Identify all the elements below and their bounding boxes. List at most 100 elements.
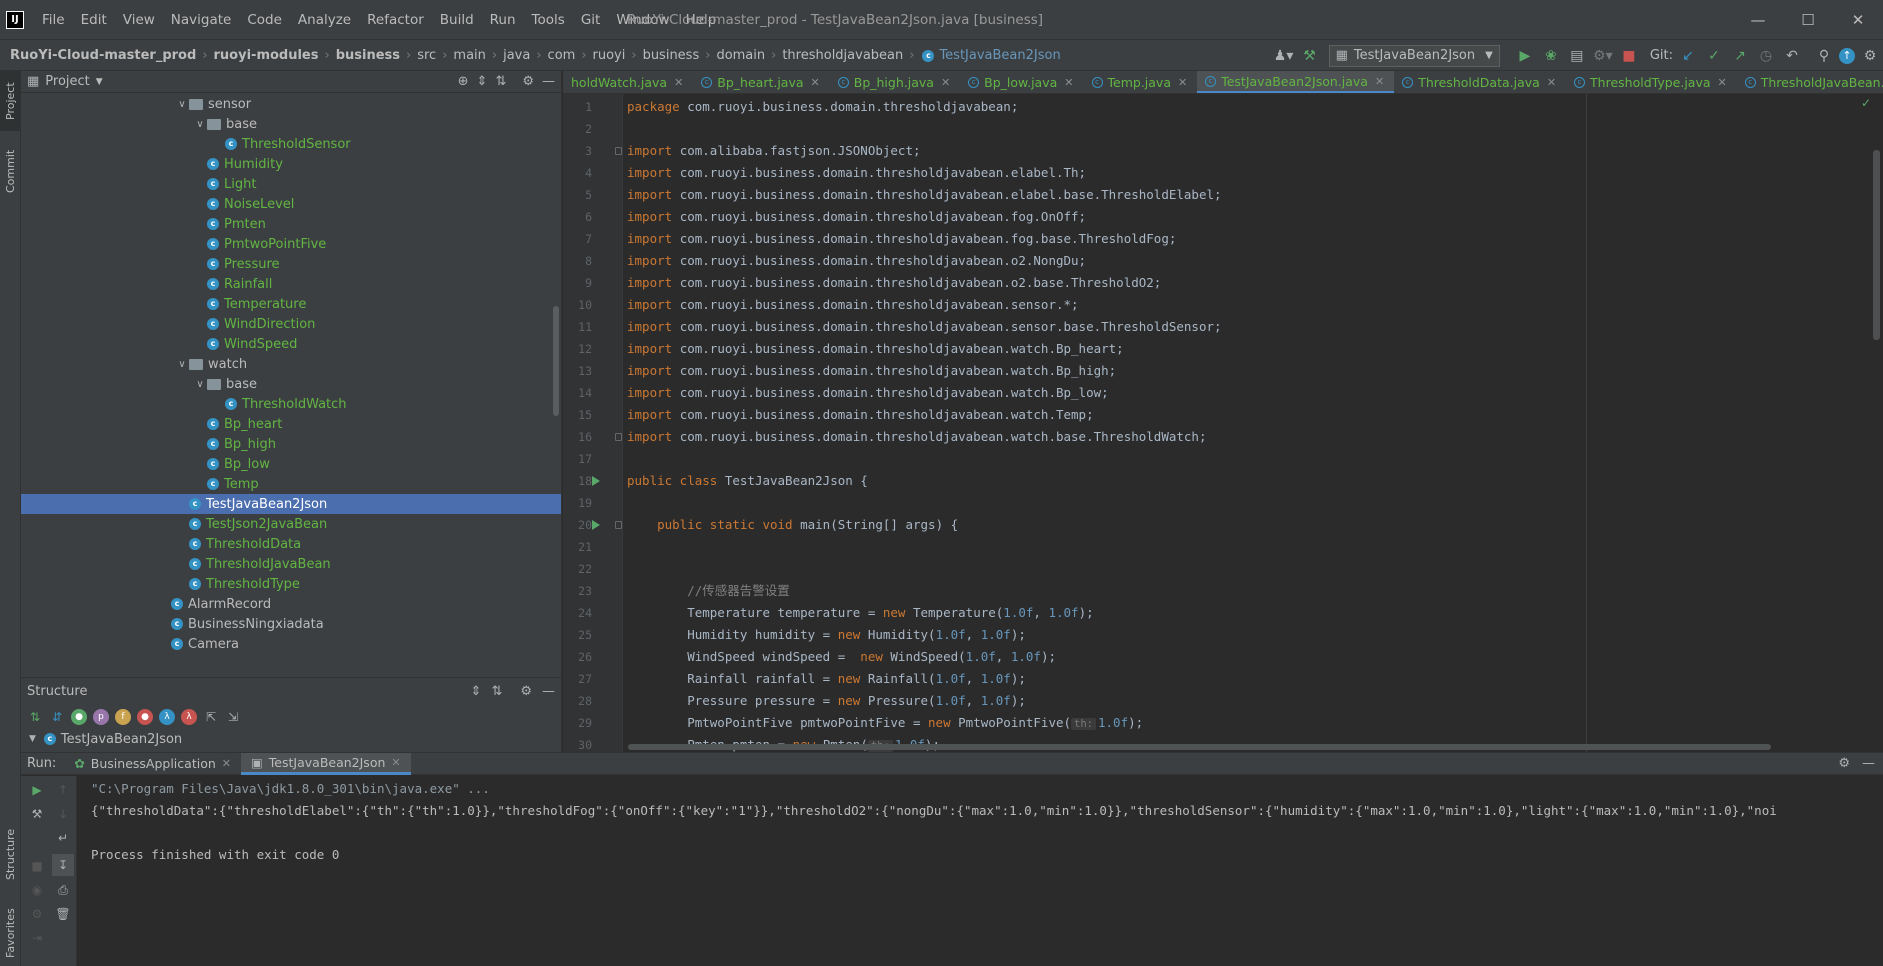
code-line[interactable]: import com.ruoyi.business.domain.thresho… [627,162,1086,184]
tool-window-favorites[interactable]: Favorites [0,901,21,966]
breadcrumb-item[interactable]: business [336,48,400,63]
tree-item[interactable]: c Pressure [21,254,561,274]
tree-item[interactable]: ∨ base [21,114,561,134]
exit-icon[interactable]: ⇥ [29,930,45,946]
settings-icon[interactable]: ⚙ [1859,45,1881,67]
close-icon[interactable]: ✕ [1375,75,1384,88]
editor-tab[interactable]: cThresholdJavaBean.java✕ [1737,71,1883,93]
close-icon[interactable]: ✕ [674,76,683,89]
profile-icon[interactable]: ⚙▾ [1592,45,1614,67]
locate-icon[interactable]: ⊕ [458,74,469,89]
code-line[interactable]: package com.ruoyi.business.domain.thresh… [627,96,1018,118]
close-icon[interactable]: ✕ [1178,76,1187,89]
tree-item[interactable]: c ThresholdType [21,574,561,594]
menu-item-view[interactable]: View [115,0,163,40]
code-line[interactable]: import com.ruoyi.business.domain.thresho… [627,206,1086,228]
project-panel-title[interactable]: Project [45,74,89,89]
tree-item[interactable]: c BusinessNingxiadata [21,614,561,634]
menu-item-tools[interactable]: Tools [524,0,573,40]
show-anonymous-icon[interactable]: λ [181,709,197,725]
tree-item[interactable]: c Humidity [21,154,561,174]
collapse-all-icon[interactable]: ⇅ [491,684,502,699]
close-icon[interactable]: ✕ [1718,76,1727,89]
tree-item[interactable]: c Bp_heart [21,414,561,434]
show-non-public-icon[interactable]: ● [137,709,153,725]
chevron-down-icon[interactable]: ∨ [193,119,207,130]
build-hammer-icon[interactable]: ⚒ [1299,45,1321,67]
menu-item-git[interactable]: Git [573,0,609,40]
code-line[interactable]: PmtwoPointFive pmtwoPointFive = new Pmtw… [627,712,1143,734]
camera-icon[interactable]: ◉ [29,882,45,898]
minimize-icon[interactable]: — [1733,0,1783,40]
run-gutter-icon[interactable] [592,520,600,530]
tool-window-structure[interactable]: Structure [0,819,21,889]
breadcrumb-item[interactable]: business [643,48,700,63]
close-icon[interactable]: ✕ [391,756,400,769]
code-line[interactable]: public static void main(String[] args) { [627,514,958,536]
hide-icon[interactable]: — [542,74,555,89]
stop-icon[interactable]: ■ [1618,45,1640,67]
fold-marker-icon[interactable] [615,433,622,441]
close-icon[interactable]: ✕ [811,76,820,89]
code-line[interactable]: import com.ruoyi.business.domain.thresho… [627,338,1124,360]
git-update-icon[interactable]: ↙ [1677,45,1699,67]
user-icon[interactable]: ♟▾ [1273,45,1295,67]
tree-item[interactable]: c ThresholdWatch [21,394,561,414]
rerun-icon[interactable]: ▶ [29,782,45,798]
breadcrumb-item[interactable]: thresholdjavabean [782,48,903,63]
tree-item[interactable]: c AlarmRecord [21,594,561,614]
tree-item[interactable]: c NoiseLevel [21,194,561,214]
breadcrumb-item[interactable]: domain [716,48,765,63]
menu-item-run[interactable]: Run [482,0,524,40]
tree-item[interactable]: c ThresholdData [21,534,561,554]
down-arrow-icon[interactable]: ↓ [55,806,71,822]
tree-item[interactable]: c Bp_high [21,434,561,454]
gear-icon[interactable]: ⚙ [522,74,534,89]
show-fields-icon[interactable]: f [115,709,131,725]
expand-all-icon[interactable]: ⇕ [471,684,482,699]
tree-item[interactable]: ∨ base [21,374,561,394]
code-line[interactable]: import com.ruoyi.business.domain.thresho… [627,404,1094,426]
tree-item[interactable]: c Rainfall [21,274,561,294]
menu-item-file[interactable]: File [34,0,73,40]
update-icon[interactable]: ↑ [1839,47,1855,64]
autoscroll-to-source-icon[interactable]: ⇱ [203,709,219,725]
editor-tab[interactable]: c ThresholdData.java ✕ [1394,71,1566,93]
sort-alpha-icon[interactable]: ⇵ [49,709,65,725]
run-configuration-select[interactable]: ▦ TestJavaBean2Json ▼ [1328,44,1500,67]
code-editor[interactable]: package com.ruoyi.business.domain.thresh… [624,94,1883,752]
tree-item[interactable]: c Pmten [21,214,561,234]
code-line[interactable]: import com.ruoyi.business.domain.thresho… [627,316,1222,338]
debug-icon[interactable]: ❀ [1540,45,1562,67]
project-scrollbar[interactable] [553,306,559,416]
menu-item-refactor[interactable]: Refactor [359,0,432,40]
collapse-all-icon[interactable]: ⇅ [495,74,506,89]
code-line[interactable]: Pressure pressure = new Pressure(1.0f, 1… [627,690,1026,712]
editor-tab[interactable]: holdWatch.java ✕ [563,71,693,93]
run-tab[interactable]: ▣ TestJavaBean2Json ✕ [240,752,411,775]
tool-window-commit[interactable]: Commit [0,141,21,201]
fold-marker-icon[interactable] [615,147,622,155]
menu-item-analyze[interactable]: Analyze [290,0,359,40]
hide-icon[interactable]: — [1862,756,1875,771]
stop-icon[interactable]: ■ [29,858,45,874]
soft-wrap-icon[interactable]: ↵ [55,830,71,846]
chevron-down-icon[interactable]: ▼ [29,734,36,744]
coverage-icon[interactable]: ▤ [1566,45,1588,67]
code-line[interactable]: import com.ruoyi.business.domain.thresho… [627,184,1222,206]
code-line[interactable]: import com.ruoyi.business.domain.thresho… [627,228,1176,250]
code-line[interactable]: import com.alibaba.fastjson.JSONObject; [627,140,921,162]
breadcrumb-item[interactable]: ruoyi [593,48,626,63]
breadcrumb-item[interactable]: java [503,48,530,63]
run-tab[interactable]: ✿ BusinessApplication ✕ [64,753,241,775]
close-icon[interactable]: ✕ [941,76,950,89]
menu-item-edit[interactable]: Edit [73,0,115,40]
git-push-icon[interactable]: ↗ [1729,45,1751,67]
editor-tab[interactable]: c TestJavaBean2Json.java ✕ [1197,71,1395,93]
chevron-down-icon[interactable]: ∨ [175,359,189,370]
editor-horizontal-scrollbar[interactable] [628,744,1771,750]
tree-item[interactable]: c ThresholdJavaBean [21,554,561,574]
menu-item-navigate[interactable]: Navigate [163,0,240,40]
code-line[interactable]: Rainfall rainfall = new Rainfall(1.0f, 1… [627,668,1026,690]
code-line[interactable]: Humidity humidity = new Humidity(1.0f, 1… [627,624,1026,646]
